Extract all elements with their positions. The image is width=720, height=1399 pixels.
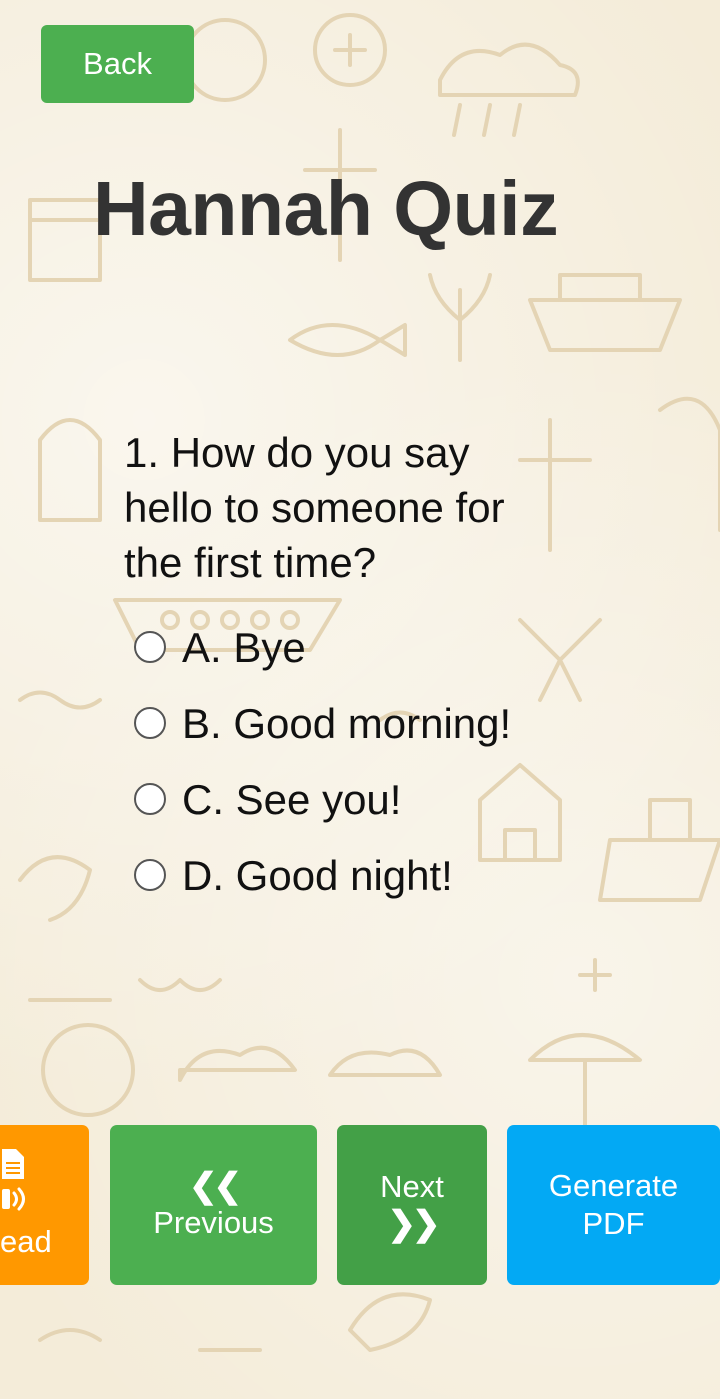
document-audio-icon <box>2 1149 25 1211</box>
generate-pdf-button[interactable]: Generate PDF <box>507 1125 720 1285</box>
generate-pdf-label: Generate PDF <box>548 1168 679 1241</box>
radio-button-icon[interactable] <box>134 706 166 739</box>
previous-button[interactable]: ❮❮ Previous <box>110 1125 317 1285</box>
answer-option-d[interactable]: D. Good night! <box>124 848 524 903</box>
radio-button-icon[interactable] <box>134 782 166 815</box>
chevron-double-right-icon: ❯❯ <box>387 1205 441 1243</box>
next-label: Next <box>380 1169 444 1204</box>
read-aloud-label: ead <box>0 1224 52 1259</box>
answer-option-label: A. Bye <box>182 624 306 671</box>
quiz-question-card: 1. How do you say hello to someone for t… <box>124 425 524 924</box>
question-text: 1. How do you say hello to someone for t… <box>124 429 505 586</box>
next-button[interactable]: Next ❯❯ <box>337 1125 487 1285</box>
previous-label: Previous <box>153 1205 274 1240</box>
answer-option-label: C. See you! <box>182 776 402 823</box>
answer-option-c[interactable]: C. See you! <box>124 772 524 827</box>
bottom-action-bar: ead ❮❮ Previous Next ❯❯ Generate PDF <box>0 1125 720 1285</box>
answer-option-a[interactable]: A. Bye <box>124 620 524 675</box>
page-title: Hannah Quiz <box>93 166 559 252</box>
read-aloud-button[interactable]: ead <box>0 1125 89 1285</box>
answer-option-b[interactable]: B. Good morning! <box>124 696 524 751</box>
answer-option-label: B. Good morning! <box>182 700 512 747</box>
answer-options: A. Bye B. Good morning! C. See you! D. G… <box>124 620 524 903</box>
back-button[interactable]: Back <box>41 25 194 103</box>
radio-button-icon[interactable] <box>134 630 166 663</box>
radio-button-icon[interactable] <box>134 858 166 891</box>
answer-option-label: D. Good night! <box>182 852 453 899</box>
chevron-double-left-icon: ❮❮ <box>189 1167 242 1205</box>
